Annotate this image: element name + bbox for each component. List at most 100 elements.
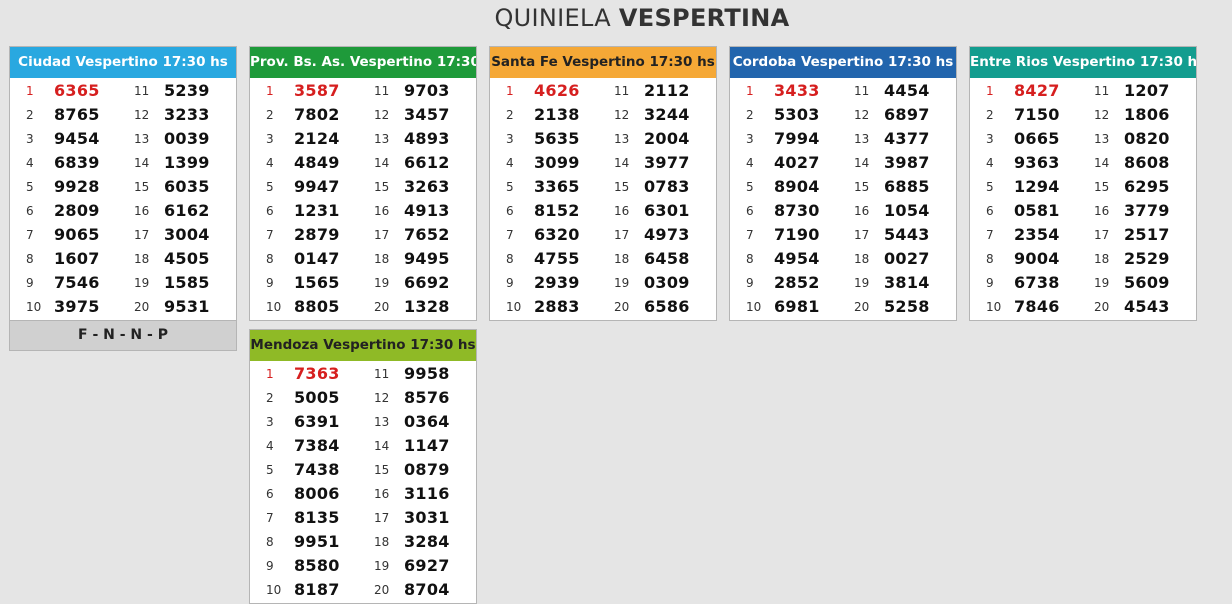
- drawn-number: 2138: [534, 105, 580, 124]
- panel-entrerios: Entre Rios Vespertino 17:30 hs 1 8427 11 12…: [969, 46, 1197, 321]
- position-number: 17: [134, 228, 150, 242]
- position-number: 2: [266, 108, 274, 122]
- drawn-number: 0309: [644, 273, 690, 292]
- position-number: 6: [986, 204, 994, 218]
- position-number: 15: [614, 180, 630, 194]
- result-row: 4 4849 14 6612: [250, 151, 476, 175]
- position-number: 11: [1094, 84, 1110, 98]
- result-row: 4 6839 14 1399: [10, 151, 236, 175]
- drawn-number: 8135: [294, 508, 340, 527]
- result-row: 5 8904 15 6885: [730, 175, 956, 199]
- result-row: 6 0581 16 3779: [970, 199, 1196, 223]
- drawn-number: 8427: [1014, 81, 1060, 100]
- result-row: 8 9004 18 2529: [970, 247, 1196, 271]
- drawn-number: 8730: [774, 201, 820, 220]
- drawn-number: 0783: [644, 177, 690, 196]
- position-number: 16: [374, 204, 390, 218]
- result-row: 8 9951 18 3284: [250, 530, 476, 554]
- position-number: 4: [266, 439, 274, 453]
- drawn-number: 7652: [404, 225, 450, 244]
- drawn-number: 7846: [1014, 297, 1060, 316]
- position-number: 2: [506, 108, 514, 122]
- result-row: 9 6738 19 5609: [970, 271, 1196, 295]
- result-row: 10 8805 20 1328: [250, 295, 476, 319]
- drawn-number: 4377: [884, 129, 930, 148]
- page-title: QUINIELA VESPERTINA: [0, 4, 1232, 32]
- position-number: 8: [26, 252, 34, 266]
- drawn-number: 5239: [164, 81, 210, 100]
- position-number: 9: [986, 276, 994, 290]
- position-number: 17: [374, 228, 390, 242]
- position-number: 5: [986, 180, 994, 194]
- result-row: 5 9947 15 3263: [250, 175, 476, 199]
- result-row: 1 8427 11 1207: [970, 79, 1196, 103]
- result-row: 7 2354 17 2517: [970, 223, 1196, 247]
- position-number: 5: [266, 180, 274, 194]
- position-number: 15: [1094, 180, 1110, 194]
- drawn-number: 3233: [164, 105, 210, 124]
- drawn-number: 3975: [54, 297, 100, 316]
- drawn-number: 8704: [404, 580, 450, 599]
- position-number: 2: [746, 108, 754, 122]
- drawn-number: 1806: [1124, 105, 1170, 124]
- position-number: 12: [614, 108, 630, 122]
- position-number: 3: [26, 132, 34, 146]
- drawn-number: 7150: [1014, 105, 1060, 124]
- drawn-number: 7438: [294, 460, 340, 479]
- drawn-number: 1607: [54, 249, 100, 268]
- result-row: 10 6981 20 5258: [730, 295, 956, 319]
- result-row: 5 1294 15 6295: [970, 175, 1196, 199]
- position-number: 17: [1094, 228, 1110, 242]
- drawn-number: 7363: [294, 364, 340, 383]
- position-number: 3: [986, 132, 994, 146]
- drawn-number: 1328: [404, 297, 450, 316]
- position-number: 16: [614, 204, 630, 218]
- panel-entrerios-header: Entre Rios Vespertino 17:30 hs: [970, 47, 1196, 78]
- result-row: 10 7846 20 4543: [970, 295, 1196, 319]
- drawn-number: 3365: [534, 177, 580, 196]
- drawn-number: 3263: [404, 177, 450, 196]
- drawn-number: 2004: [644, 129, 690, 148]
- result-row: 4 3099 14 3977: [490, 151, 716, 175]
- drawn-number: 5303: [774, 105, 820, 124]
- result-row: 2 8765 12 3233: [10, 103, 236, 127]
- position-number: 8: [266, 252, 274, 266]
- position-number: 18: [374, 252, 390, 266]
- position-number: 6: [26, 204, 34, 218]
- drawn-number: 8187: [294, 580, 340, 599]
- drawn-number: 0039: [164, 129, 210, 148]
- drawn-number: 8152: [534, 201, 580, 220]
- position-number: 8: [746, 252, 754, 266]
- drawn-number: 8580: [294, 556, 340, 575]
- drawn-number: 6035: [164, 177, 210, 196]
- drawn-number: 6295: [1124, 177, 1170, 196]
- position-number: 8: [266, 535, 274, 549]
- drawn-number: 4973: [644, 225, 690, 244]
- drawn-number: 1294: [1014, 177, 1060, 196]
- position-number: 15: [854, 180, 870, 194]
- drawn-number: 9454: [54, 129, 100, 148]
- position-number: 1: [26, 84, 34, 98]
- drawn-number: 5443: [884, 225, 930, 244]
- result-row: 2 5303 12 6897: [730, 103, 956, 127]
- drawn-number: 7384: [294, 436, 340, 455]
- result-row: 10 2883 20 6586: [490, 295, 716, 319]
- drawn-number: 5258: [884, 297, 930, 316]
- position-number: 18: [854, 252, 870, 266]
- drawn-number: 9947: [294, 177, 340, 196]
- drawn-number: 5635: [534, 129, 580, 148]
- result-row: 2 2138 12 3244: [490, 103, 716, 127]
- position-number: 14: [614, 156, 630, 170]
- position-number: 9: [266, 276, 274, 290]
- panel-cordoba: Cordoba Vespertino 17:30 hs 1 3433 11 4454 2…: [729, 46, 957, 321]
- position-number: 13: [854, 132, 870, 146]
- result-row: 3 6391 13 0364: [250, 410, 476, 434]
- result-row: 2 5005 12 8576: [250, 386, 476, 410]
- result-row: 3 7994 13 4377: [730, 127, 956, 151]
- position-number: 6: [746, 204, 754, 218]
- drawn-number: 9495: [404, 249, 450, 268]
- position-number: 3: [266, 415, 274, 429]
- drawn-number: 0820: [1124, 129, 1170, 148]
- drawn-number: 4849: [294, 153, 340, 172]
- position-number: 16: [134, 204, 150, 218]
